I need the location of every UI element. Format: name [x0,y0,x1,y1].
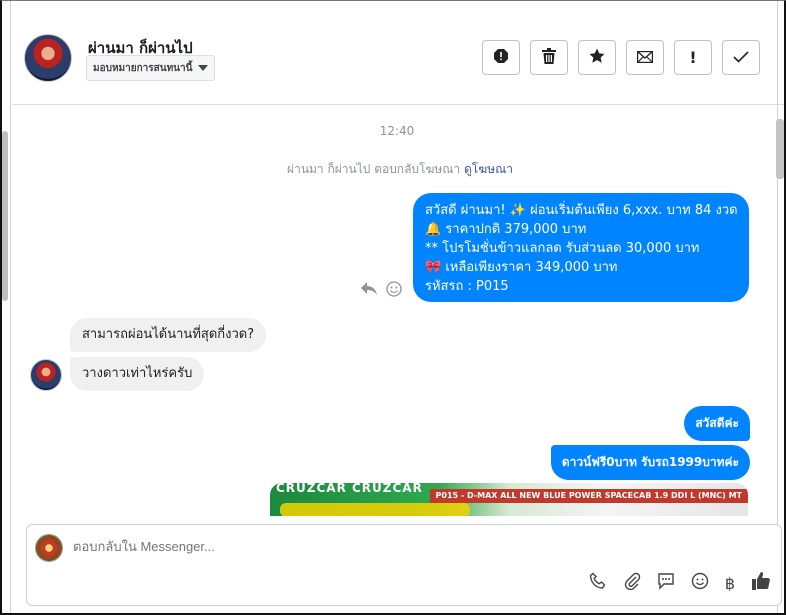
page-avatar [35,534,63,562]
assign-conversation-dropdown[interactable]: มอบหมายการสนทนานี้ [86,55,216,81]
image-banner-text: P015 - D-MAX ALL NEW BLUE POWER SPACECAB… [429,489,748,503]
promo-line: 🔔 ราคาปกติ 379,000 บาท [425,222,587,237]
incoming-message[interactable]: สามารถผ่อนได้นานที่สุดกี่งวด? [70,318,267,352]
outgoing-message[interactable]: สวัสดีค่ะ [684,406,750,441]
left-divider [10,1,11,613]
reply-composer: ฿ [26,524,782,606]
saved-replies-icon[interactable] [657,572,675,595]
promo-line: รหัสรถ : P015 [425,279,509,294]
view-ad-link[interactable]: ดูโฆษณา [464,162,513,176]
reply-input[interactable] [73,539,673,554]
outgoing-message-promo[interactable]: สวัสดี ผ่านมา! ✨ ผ่อนเริ่มต้นเพียง 6,xxx… [413,193,749,302]
outgoing-message[interactable]: ดาวน์ฟรี0บาท รับรถ1999บาทค่ะ [550,445,750,480]
left-scrollbar[interactable] [2,131,8,301]
baht-payment-icon[interactable]: ฿ [725,574,735,593]
contact-avatar[interactable] [24,34,72,82]
messenger-window: ผ่านมา ก็ผ่านไป มอบหมายการสนทนานี้ ! 12:… [0,0,786,615]
composer-toolbar: ฿ [589,571,771,596]
ad-reply-note: ผ่านมา ก็ผ่านไป ตอบกลับโฆษณา ดูโฆษณา [12,160,784,179]
message-timestamp: 12:40 [379,124,415,138]
star-button[interactable] [578,40,616,75]
delete-button[interactable] [530,40,568,75]
image-text: CRUZCAR CRUZCAR [276,483,423,495]
phone-icon[interactable] [589,572,607,595]
trash-icon [542,47,556,68]
sender-avatar[interactable] [30,359,62,391]
incoming-message[interactable]: วางดาวเท่าไหร่ครับ [70,357,205,391]
thumbs-up-icon[interactable] [751,571,771,596]
reply-icon[interactable] [360,281,378,301]
emoji-icon[interactable] [691,572,709,595]
mark-done-button[interactable] [722,40,760,75]
chevron-down-icon [198,65,209,71]
mark-unread-button[interactable] [626,40,664,75]
promo-line: สวัสดี ผ่านมา! ✨ ผ่อนเริ่มต้นเพียง 6,xxx… [425,203,738,218]
promo-line: 🎀 เหลือเพียงราคา 349,000 บาท [425,260,618,275]
exclamation-icon: ! [689,48,697,67]
star-icon [589,48,605,68]
message-actions [360,281,402,301]
mail-icon [636,48,654,67]
ad-reply-text: ผ่านมา ก็ผ่านไป ตอบกลับโฆษณา [287,162,461,176]
conversation-header: ผ่านมา ก็ผ่านไป มอบหมายการสนทนานี้ ! [12,10,784,105]
check-icon [733,48,749,67]
image-attachment[interactable]: CRUZCAR CRUZCAR P015 - D-MAX ALL NEW BLU… [270,483,748,516]
mark-spam-button[interactable] [482,40,520,75]
react-emoji-icon[interactable] [386,281,402,301]
attachment-icon[interactable] [623,572,641,595]
assign-label: มอบหมายการสนทนานี้ [93,62,193,74]
image-graphic [280,503,470,516]
message-thread[interactable]: 12:40 ผ่านมา ก็ผ่านไป ตอบกลับโฆษณา ดูโฆษ… [12,106,784,516]
promo-line: ** โปรโมชั่นข้าวแลกลด รับส่วนลด 30,000 บ… [425,241,700,256]
follow-up-button[interactable]: ! [674,40,712,75]
spam-alert-icon [493,48,509,68]
